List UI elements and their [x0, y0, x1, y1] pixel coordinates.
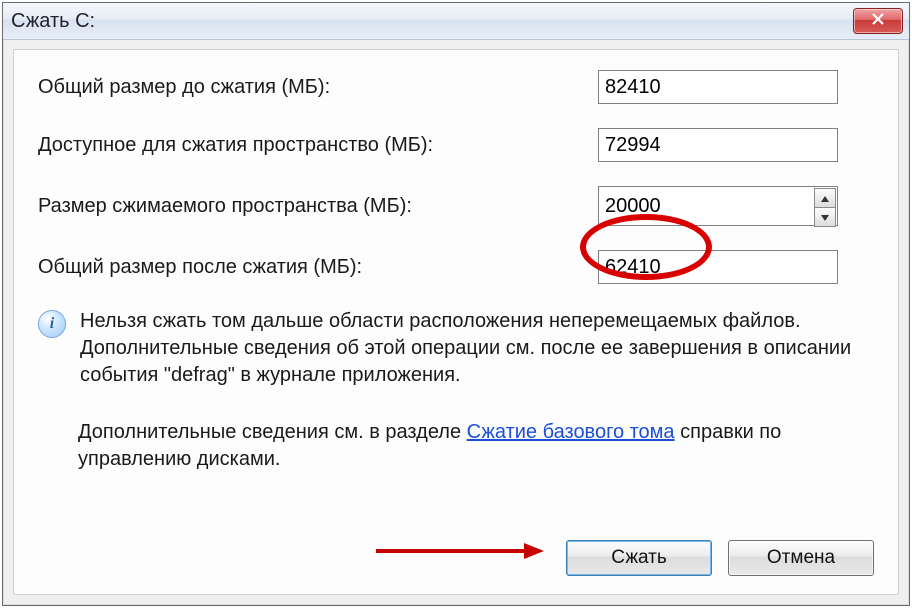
- spinner-buttons: [814, 188, 836, 224]
- info-text: Нельзя сжать том дальше области располож…: [80, 308, 874, 389]
- titlebar: Сжать C:: [3, 3, 909, 40]
- cancel-button[interactable]: Отмена: [728, 540, 874, 576]
- help-link[interactable]: Сжатие базового тома: [467, 421, 675, 443]
- dialog-window: Сжать C: Общий размер до сжатия (МБ): 82…: [2, 2, 910, 606]
- row-total-after: Общий размер после сжатия (МБ): 62410: [38, 250, 874, 284]
- shrink-button[interactable]: Сжать: [566, 540, 712, 576]
- chevron-up-icon: [821, 189, 829, 207]
- row-shrink-amount: Размер сжимаемого пространства (МБ): 200…: [38, 186, 874, 226]
- help-block: Дополнительные сведения см. в разделе Сж…: [78, 419, 874, 473]
- spinner-down-button[interactable]: [814, 208, 836, 227]
- annotation-red-arrow: [374, 539, 544, 568]
- window-title: Сжать C:: [11, 10, 95, 33]
- value-available: 72994: [598, 128, 838, 162]
- close-icon: [871, 12, 885, 31]
- chevron-down-icon: [821, 208, 829, 226]
- row-available: Доступное для сжатия пространство (МБ): …: [38, 128, 874, 162]
- shrink-amount-input[interactable]: 20000: [598, 186, 838, 226]
- close-button[interactable]: [853, 8, 903, 34]
- row-total-before: Общий размер до сжатия (МБ): 82410: [38, 70, 874, 104]
- dialog-client-area: Общий размер до сжатия (МБ): 82410 Досту…: [13, 49, 899, 595]
- value-total-after: 62410: [598, 250, 838, 284]
- info-icon: i: [38, 310, 66, 338]
- label-total-after: Общий размер после сжатия (МБ):: [38, 256, 598, 279]
- spinner-up-button[interactable]: [814, 188, 836, 208]
- label-total-before: Общий размер до сжатия (МБ):: [38, 76, 598, 99]
- label-shrink-amount: Размер сжимаемого пространства (МБ):: [38, 195, 598, 218]
- help-prefix: Дополнительные сведения см. в разделе: [78, 421, 467, 443]
- shrink-amount-spinner[interactable]: 20000: [598, 186, 838, 226]
- dialog-button-row: Сжать Отмена: [566, 540, 874, 576]
- label-available: Доступное для сжатия пространство (МБ):: [38, 134, 598, 157]
- info-block: i Нельзя сжать том дальше области распол…: [38, 308, 874, 389]
- value-total-before: 82410: [598, 70, 838, 104]
